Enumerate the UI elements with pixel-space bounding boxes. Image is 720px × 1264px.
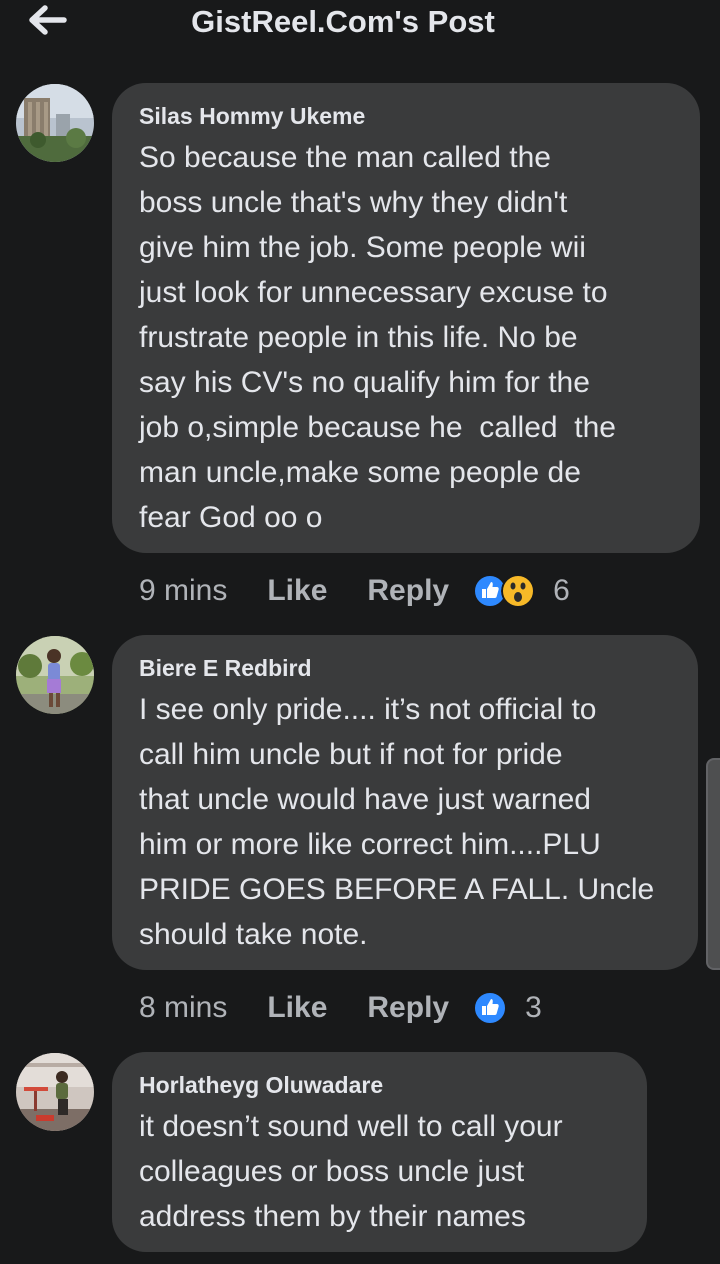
top-bar: GistReel.Com's Post xyxy=(0,0,720,48)
avatar[interactable] xyxy=(16,1053,94,1131)
reaction-count[interactable]: 6 xyxy=(553,574,570,608)
reply-button[interactable]: Reply xyxy=(367,991,449,1025)
avatar[interactable] xyxy=(16,84,94,162)
comment-actions: 8 mins Like Reply 3 xyxy=(139,988,542,1028)
like-button[interactable]: Like xyxy=(267,574,327,608)
page-title: GistReel.Com's Post xyxy=(191,4,495,39)
avatar-photo xyxy=(16,1053,94,1131)
reaction-summary[interactable] xyxy=(473,991,508,1025)
reply-button[interactable]: Reply xyxy=(367,574,449,608)
comment-author[interactable]: Biere E Redbird xyxy=(139,653,672,683)
reaction-summary[interactable] xyxy=(473,574,536,608)
like-reaction-icon xyxy=(473,991,508,1025)
post-comments-screen: GistReel.Com's Post Silas Hommy Ukeme So… xyxy=(0,0,720,1264)
comment-bubble: Biere E Redbird I see only pride.... it’… xyxy=(112,635,698,970)
comment-text: it doesn’t sound well to call your colle… xyxy=(139,1110,563,1233)
comment-author[interactable]: Horlatheyg Oluwadare xyxy=(139,1070,621,1100)
comment-text: So because the man called the boss uncle… xyxy=(139,141,616,534)
comment-text: I see only pride.... it’s not official t… xyxy=(139,693,655,951)
wow-reaction-icon xyxy=(501,574,536,608)
avatar[interactable] xyxy=(16,636,94,714)
comment-bubble: Horlatheyg Oluwadare it doesn’t sound we… xyxy=(112,1052,647,1252)
reaction-count[interactable]: 3 xyxy=(525,991,542,1025)
comment-timestamp[interactable]: 8 mins xyxy=(139,991,227,1025)
like-button[interactable]: Like xyxy=(267,991,327,1025)
comment-bubble: Silas Hommy Ukeme So because the man cal… xyxy=(112,83,700,553)
comment-timestamp[interactable]: 9 mins xyxy=(139,574,227,608)
scrollbar[interactable] xyxy=(706,758,720,970)
comment-author[interactable]: Silas Hommy Ukeme xyxy=(139,101,674,131)
avatar-photo xyxy=(16,636,94,714)
comment-actions: 9 mins Like Reply 6 xyxy=(139,571,570,611)
avatar-photo xyxy=(16,84,94,162)
